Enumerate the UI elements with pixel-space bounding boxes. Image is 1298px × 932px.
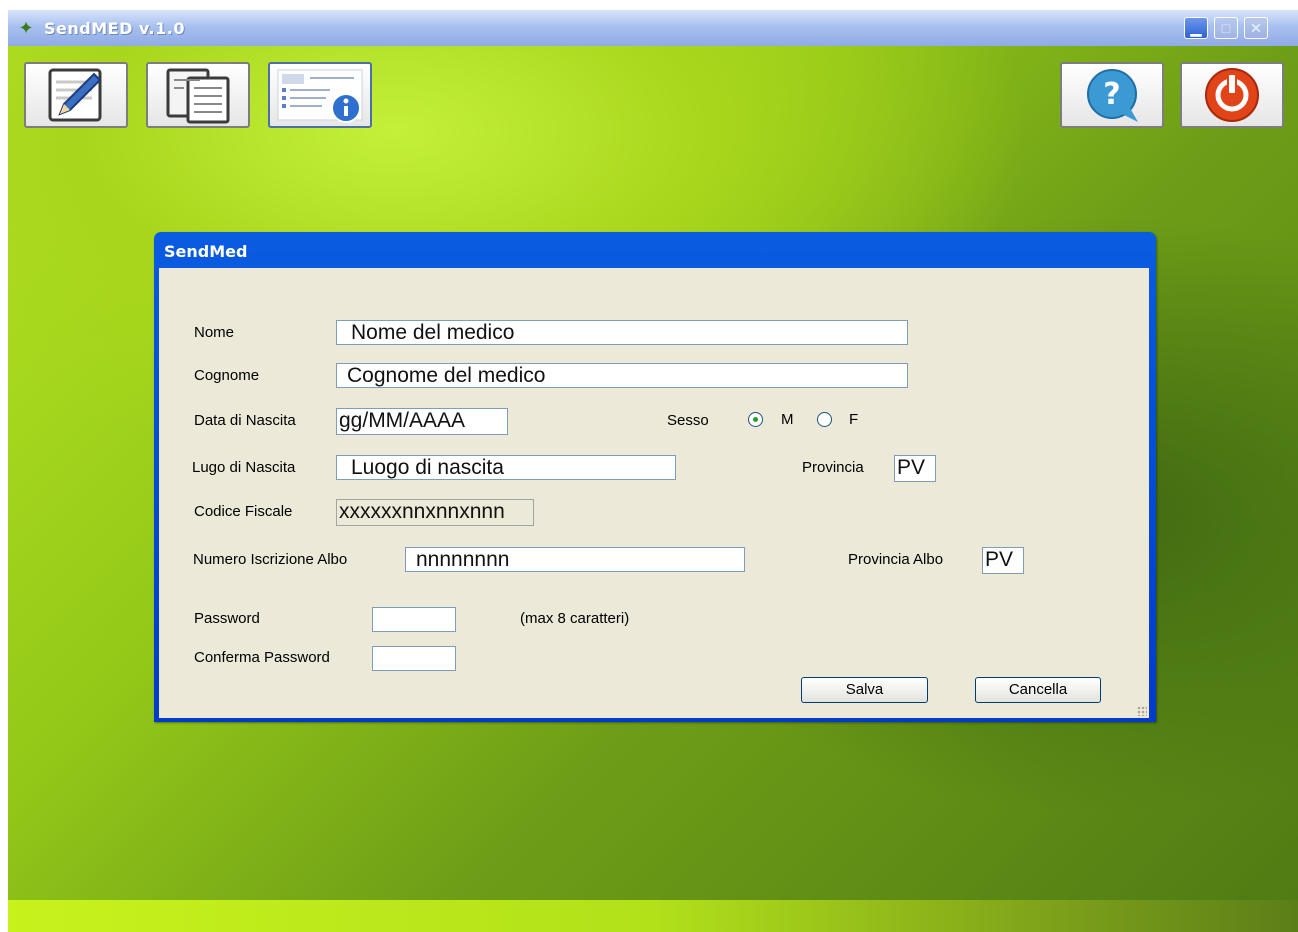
copy-button[interactable] (146, 62, 250, 128)
luogo-nascita-input[interactable]: Luogo di nascita (336, 455, 676, 480)
minimize-button[interactable]: ▁ (1184, 17, 1208, 39)
codice-fiscale-input[interactable]: xxxxxxnnxnnxnnn (336, 499, 534, 526)
copy-documents-icon (166, 68, 230, 124)
document-info-icon (277, 69, 363, 123)
app-logo-icon: ✦ (18, 18, 34, 38)
radio-selected-dot (753, 417, 758, 422)
data-nascita-input[interactable]: gg/MM/AAAA (336, 408, 508, 435)
help-button[interactable]: ? (1060, 62, 1164, 128)
close-button[interactable]: ✕ (1244, 17, 1268, 39)
password-hint: (max 8 caratteri) (520, 610, 630, 627)
password-input[interactable] (372, 607, 456, 632)
svg-text:?: ? (1103, 77, 1120, 112)
dialog-body: Nome Nome del medico Cognome Cognome del… (159, 268, 1149, 718)
nome-label: Nome (194, 324, 235, 341)
conferma-password-input[interactable] (372, 646, 456, 671)
password-label: Password (194, 610, 260, 627)
nome-input[interactable]: Nome del medico (336, 320, 908, 345)
provincia-label: Provincia (802, 459, 864, 476)
numero-albo-input[interactable]: nnnnnnnn (405, 547, 745, 572)
cognome-label: Cognome (194, 367, 260, 384)
dialog-title: SendMed (164, 242, 248, 261)
sesso-radio-f[interactable] (817, 412, 832, 427)
sesso-option-f-label: F (849, 411, 859, 428)
registration-dialog: SendMed Nome Nome del medico Cognome Cog… (154, 232, 1156, 722)
codice-fiscale-label: Codice Fiscale (194, 503, 293, 520)
conferma-password-label: Conferma Password (194, 649, 330, 666)
edit-pen-icon (48, 68, 102, 122)
window-title: SendMED v.1.0 (44, 19, 185, 38)
info-button[interactable] (268, 62, 372, 128)
exit-button[interactable] (1180, 62, 1284, 128)
sesso-option-m-label: M (781, 411, 794, 428)
help-icon: ? (1087, 69, 1138, 122)
cognome-input[interactable]: Cognome del medico (336, 363, 908, 388)
edit-button[interactable] (24, 62, 128, 128)
maximize-button[interactable]: □ (1214, 17, 1238, 39)
numero-albo-label: Numero Iscrizione Albo (193, 551, 348, 568)
provincia-input[interactable]: PV (894, 455, 936, 482)
power-exit-icon (1205, 68, 1259, 122)
sesso-radio-m[interactable] (748, 412, 763, 427)
resize-grip-icon[interactable] (1137, 706, 1147, 716)
provincia-albo-input[interactable]: PV (982, 547, 1024, 574)
provincia-albo-label: Provincia Albo (848, 551, 944, 568)
luogo-nascita-label: Lugo di Nascita (192, 459, 296, 476)
sesso-label: Sesso (667, 412, 709, 429)
data-nascita-label: Data di Nascita (194, 412, 296, 429)
title-bar[interactable]: ✦ SendMED v.1.0 ▁ □ ✕ (8, 10, 1298, 46)
cancella-button[interactable]: Cancella (975, 677, 1101, 703)
footer-band (8, 900, 1298, 932)
salva-button[interactable]: Salva (801, 677, 928, 703)
